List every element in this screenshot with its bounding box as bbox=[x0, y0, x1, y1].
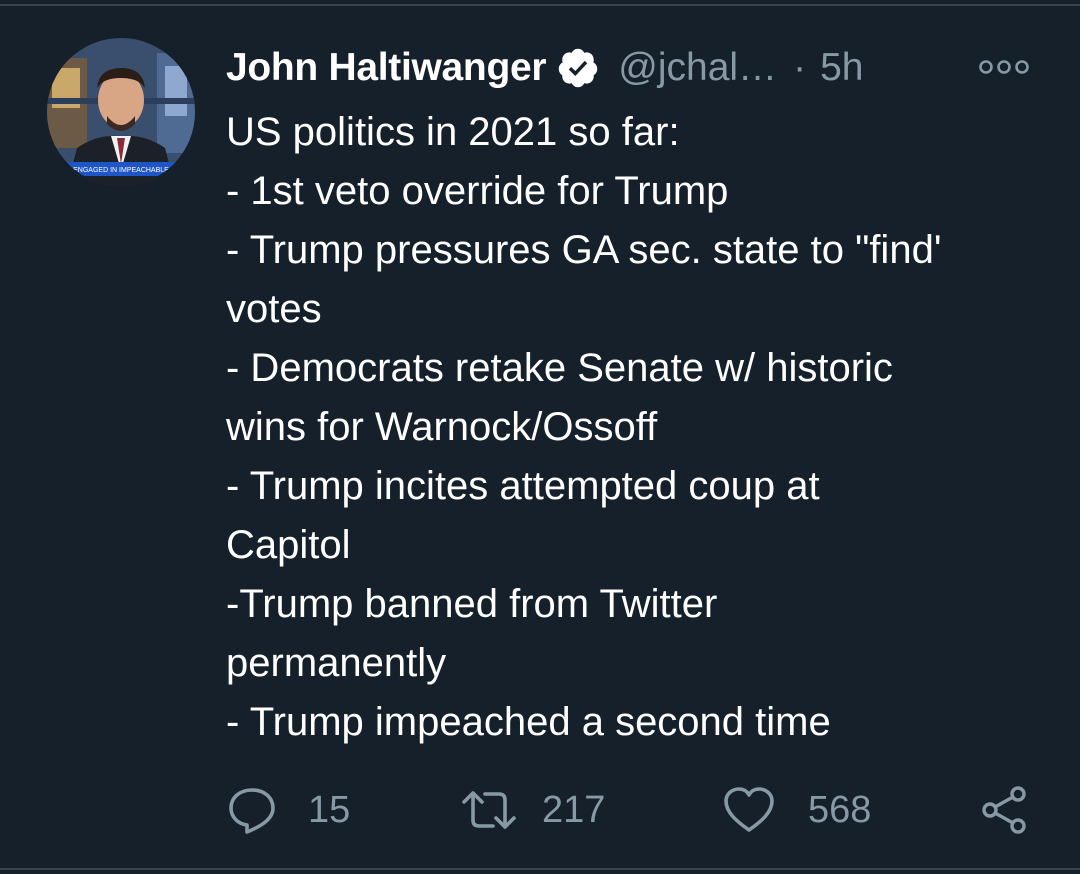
tweet-line: - 1st veto override for Trump bbox=[226, 169, 729, 213]
tweet-screen: ENGAGED IN IMPEACHABLE John Haltiwanger … bbox=[0, 0, 1080, 874]
tweet-line: wins for Warnock/Ossoff bbox=[226, 405, 658, 449]
bottom-divider bbox=[0, 868, 1080, 874]
reply-button[interactable]: 15 bbox=[226, 782, 350, 838]
author-name[interactable]: John Haltiwanger bbox=[226, 46, 547, 90]
tweet-timestamp[interactable]: 5h bbox=[820, 46, 863, 90]
more-options-icon bbox=[979, 60, 1029, 74]
more-options-button[interactable] bbox=[976, 54, 1032, 80]
author-handle[interactable]: @jchal… bbox=[618, 46, 777, 90]
verified-badge-icon bbox=[556, 46, 600, 90]
tweet-line: - Democrats retake Senate w/ historic bbox=[226, 346, 893, 390]
tweet-line: - Trump incites attempted coup at bbox=[226, 464, 820, 508]
tweet-line: votes bbox=[226, 287, 322, 331]
like-count: 568 bbox=[808, 788, 872, 831]
tweet-line: - Trump impeached a second time bbox=[226, 700, 831, 744]
top-divider bbox=[0, 0, 1080, 6]
tweet-header: John Haltiwanger @jchal… · 5h bbox=[226, 40, 863, 96]
retweet-button[interactable]: 217 bbox=[460, 782, 605, 838]
heart-icon bbox=[722, 784, 776, 836]
avatar-image: ENGAGED IN IMPEACHABLE bbox=[47, 38, 195, 186]
tweet-line: Capitol bbox=[226, 523, 351, 567]
tweet-line: US politics in 2021 so far: bbox=[226, 110, 680, 154]
avatar[interactable]: ENGAGED IN IMPEACHABLE bbox=[47, 38, 195, 186]
share-button[interactable] bbox=[978, 782, 1030, 838]
header-separator: · bbox=[793, 46, 807, 89]
avatar-caption: ENGAGED IN IMPEACHABLE bbox=[73, 167, 169, 174]
tweet-line: - Trump pressures GA sec. state to "find… bbox=[226, 228, 942, 272]
tweet-text: US politics in 2021 so far: - 1st veto o… bbox=[226, 103, 1046, 752]
retweet-count: 217 bbox=[542, 788, 606, 831]
reply-icon bbox=[226, 784, 278, 836]
retweet-icon bbox=[460, 784, 518, 836]
reply-count: 15 bbox=[308, 788, 351, 831]
action-bar: 15 217 568 bbox=[226, 782, 1046, 838]
like-button[interactable]: 568 bbox=[722, 782, 871, 838]
tweet-line: -Trump banned from Twitter bbox=[226, 582, 718, 626]
tweet-line: permanently bbox=[226, 641, 447, 685]
share-icon bbox=[978, 784, 1030, 836]
